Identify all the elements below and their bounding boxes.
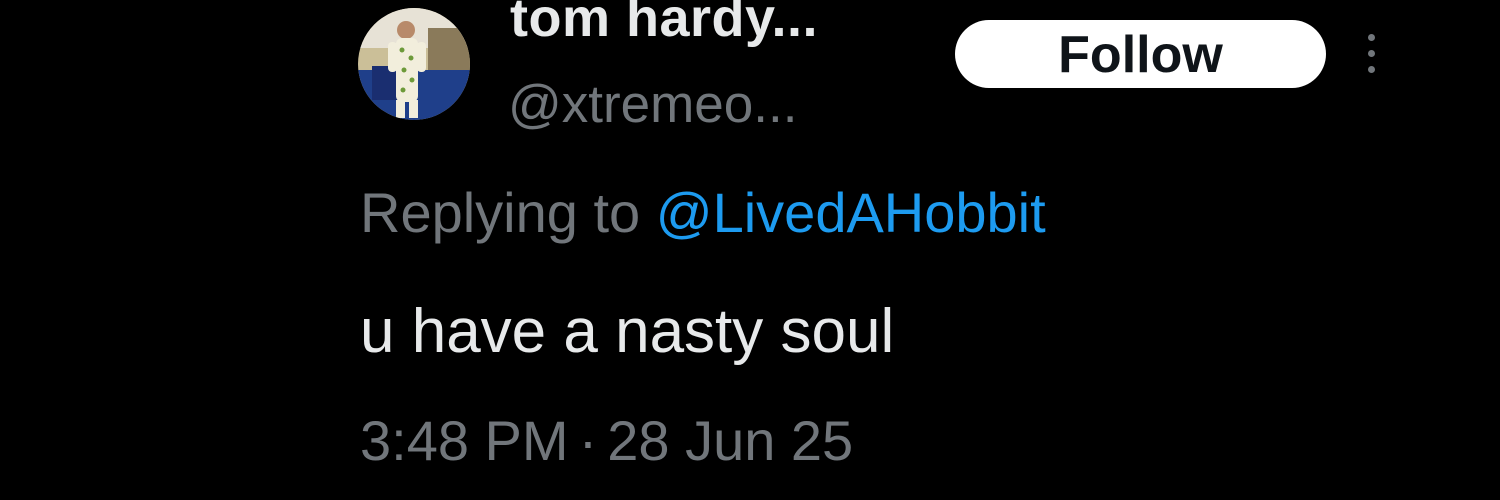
avatar[interactable] — [358, 8, 470, 120]
user-handle[interactable]: @xtremeo... — [508, 75, 797, 135]
mention-link[interactable]: @LivedAHobbit — [656, 181, 1046, 244]
replying-to-label: Replying to — [360, 181, 641, 244]
follow-button[interactable]: Follow — [955, 20, 1326, 88]
replying-to-line: Replying to @LivedAHobbit — [360, 180, 1046, 246]
tweet-time[interactable]: 3:48 PM — [360, 409, 569, 472]
display-name[interactable]: tom hardy... — [510, 0, 818, 48]
profile-photo-icon — [358, 8, 470, 120]
tweet-text: u have a nasty soul — [360, 297, 895, 366]
timestamp-row[interactable]: 3:48 PM · 28 Jun 25 — [360, 408, 853, 474]
tweet-date[interactable]: 28 Jun 25 — [607, 409, 853, 472]
separator: · — [578, 409, 598, 472]
more-vertical-icon[interactable] — [1360, 32, 1384, 76]
tweet: tom hardy... @xtremeo... Follow Replying… — [0, 0, 1500, 500]
